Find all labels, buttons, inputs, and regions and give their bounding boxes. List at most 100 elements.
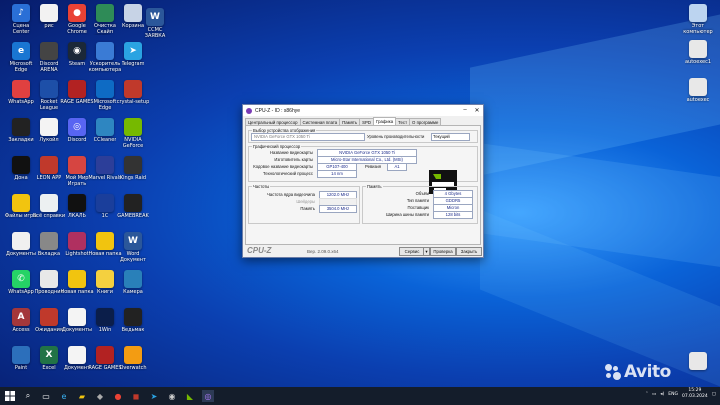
app-icon xyxy=(12,156,30,174)
freq-group-title: Частоты xyxy=(252,184,271,189)
cpuz-version: Вер. 2.09.0.x64 xyxy=(307,249,339,254)
app-icon xyxy=(68,270,86,288)
window-titlebar[interactable]: CPU-Z - ID : s86hye – ✕ xyxy=(243,105,483,116)
desktop-icon-label: Excel xyxy=(42,365,56,371)
cpuz-window[interactable]: CPU-Z - ID : s86hye – ✕ Центральный проц… xyxy=(242,104,484,258)
desktop-icon[interactable]: crystal-setup xyxy=(116,80,150,105)
process-label: Технологический процесс xyxy=(263,171,313,176)
desktop-icon[interactable]: autoexec xyxy=(681,78,715,103)
language-indicator[interactable]: ENG xyxy=(668,392,678,397)
validate-button[interactable]: Проверка xyxy=(430,247,456,256)
word-doc-icon: W xyxy=(146,8,164,26)
network-icon[interactable]: ▭ xyxy=(652,392,656,397)
mem-type-label: Тип памяти xyxy=(406,198,429,203)
mem-bus-value: 128 bits xyxy=(433,211,473,219)
app-icon xyxy=(12,346,30,364)
desktop-icon[interactable]: Kings Raid xyxy=(116,156,150,181)
minimize-icon[interactable]: – xyxy=(459,107,471,114)
desktop-icon[interactable]: ➤ Telegram xyxy=(116,42,150,67)
avito-logo-icon xyxy=(605,364,621,380)
app-taskbar-icon[interactable]: ◆ xyxy=(94,390,106,402)
desktop-icon[interactable]: Ведьмак xyxy=(116,308,150,333)
app-icon: e xyxy=(12,42,30,60)
clock[interactable]: 15:29 07.03.2024 xyxy=(682,388,708,400)
core-clock-label: Частота ядра видеочипа xyxy=(267,192,315,197)
app-icon xyxy=(68,194,86,212)
start-button-icon[interactable] xyxy=(4,390,16,402)
explorer-taskbar-icon[interactable]: ▰ xyxy=(76,390,88,402)
app-icon xyxy=(40,156,58,174)
app-icon xyxy=(124,80,142,98)
desktop-icon-label: Steam xyxy=(68,61,86,67)
revision-value: A1 xyxy=(387,163,407,171)
desktop-icon[interactable]: GAMEBREAK xyxy=(116,194,150,219)
app-icon xyxy=(689,40,707,58)
app-icon xyxy=(12,80,30,98)
desktop-icon[interactable]: Камера xyxy=(116,270,150,295)
app-icon: ➤ xyxy=(124,42,142,60)
app-icon xyxy=(96,346,114,364)
perf-select[interactable]: Текущий xyxy=(431,133,470,141)
desktop-icon-label: Overwatch xyxy=(119,365,147,371)
close-icon[interactable]: ✕ xyxy=(471,107,483,114)
desktop-icon-label: Lightshot xyxy=(65,251,89,257)
desktop-icon-label: crystal-setup xyxy=(116,99,150,105)
desktop-icon-label: Access xyxy=(12,327,30,333)
task-view-icon[interactable]: ▭ xyxy=(40,390,52,402)
edge-taskbar-icon[interactable]: e xyxy=(58,390,70,402)
desktop-icon[interactable]: Этот компьютер xyxy=(681,4,715,35)
mem-vendor-label: Поставщик xyxy=(407,205,429,210)
perf-label: Уровень производительности xyxy=(367,134,425,139)
desktop-icon-label: WhatsApp xyxy=(8,99,34,105)
app-icon xyxy=(124,346,142,364)
app2-taskbar-icon[interactable]: ◼ xyxy=(130,390,142,402)
app-icon xyxy=(40,194,58,212)
nvidia-taskbar-icon[interactable]: ◣ xyxy=(184,390,196,402)
desktop-icon-top-doc[interactable]: W ССМС ЗАЯВКА xyxy=(138,8,172,39)
app-icon xyxy=(96,156,114,174)
search-icon[interactable]: ⌕ xyxy=(22,390,34,402)
process-value: 14 nm xyxy=(317,170,357,178)
desktop-icon-label: Этот компьютер xyxy=(683,23,713,35)
desktop-icon-label: Telegram xyxy=(121,61,145,67)
cpuz-brand: CPU-Z xyxy=(247,246,272,255)
app-icon xyxy=(96,4,114,22)
desktop-icon-label: Лукойл xyxy=(39,137,59,143)
service-dropdown-icon[interactable]: ▾ xyxy=(423,247,430,256)
desktop-icon[interactable]: W Word Документ xyxy=(116,232,150,263)
app-icon xyxy=(96,270,114,288)
tab-4[interactable]: Графика xyxy=(372,117,397,125)
desktop-icon-label: рис xyxy=(44,23,54,29)
app-icon xyxy=(124,156,142,174)
tray-chevron-icon[interactable]: ˄ xyxy=(646,392,648,397)
app-icon xyxy=(68,308,86,326)
desktop-icon[interactable]: Overwatch xyxy=(116,346,150,371)
telegram-taskbar-icon[interactable]: ➤ xyxy=(148,390,160,402)
desktop-icon-label: Дона xyxy=(14,175,28,181)
app-icon xyxy=(689,78,707,96)
device-select[interactable]: NVIDIA GeForce GTX 1050 Ti xyxy=(251,133,365,141)
close-button[interactable]: Закрыть xyxy=(456,247,482,256)
graphics-panel: Выбор устройства отображения NVIDIA GeFo… xyxy=(245,125,481,245)
desktop-icon-label: LEON APP xyxy=(36,175,62,181)
window-title: CPU-Z - ID : s86hye xyxy=(255,107,301,114)
volume-icon[interactable]: ◂) xyxy=(660,392,664,397)
app-icon xyxy=(96,308,114,326)
steam-taskbar-icon[interactable]: ◉ xyxy=(166,390,178,402)
app-icon: ◉ xyxy=(68,42,86,60)
gpu-code-label: Кодовое название видеокарты xyxy=(253,164,313,169)
app-icon xyxy=(12,118,30,136)
desktop-icon[interactable] xyxy=(681,352,715,371)
app-icon xyxy=(689,4,707,22)
cpuz-taskbar-icon[interactable]: ◎ xyxy=(202,390,214,402)
mem-clock-label: Память xyxy=(300,206,315,211)
app-icon: A xyxy=(12,308,30,326)
chrome-taskbar-icon[interactable]: ● xyxy=(112,390,124,402)
notification-icon[interactable]: ▢ xyxy=(712,392,716,397)
desktop-icon[interactable]: autoexec1 xyxy=(681,40,715,65)
app-icon: ◎ xyxy=(68,118,86,136)
desktop-icon[interactable]: NVIDIA GeForce xyxy=(116,118,150,149)
app-icon xyxy=(40,42,58,60)
service-button[interactable]: Сервис xyxy=(399,247,425,256)
desktop-icon-label: Word Документ xyxy=(120,251,146,263)
